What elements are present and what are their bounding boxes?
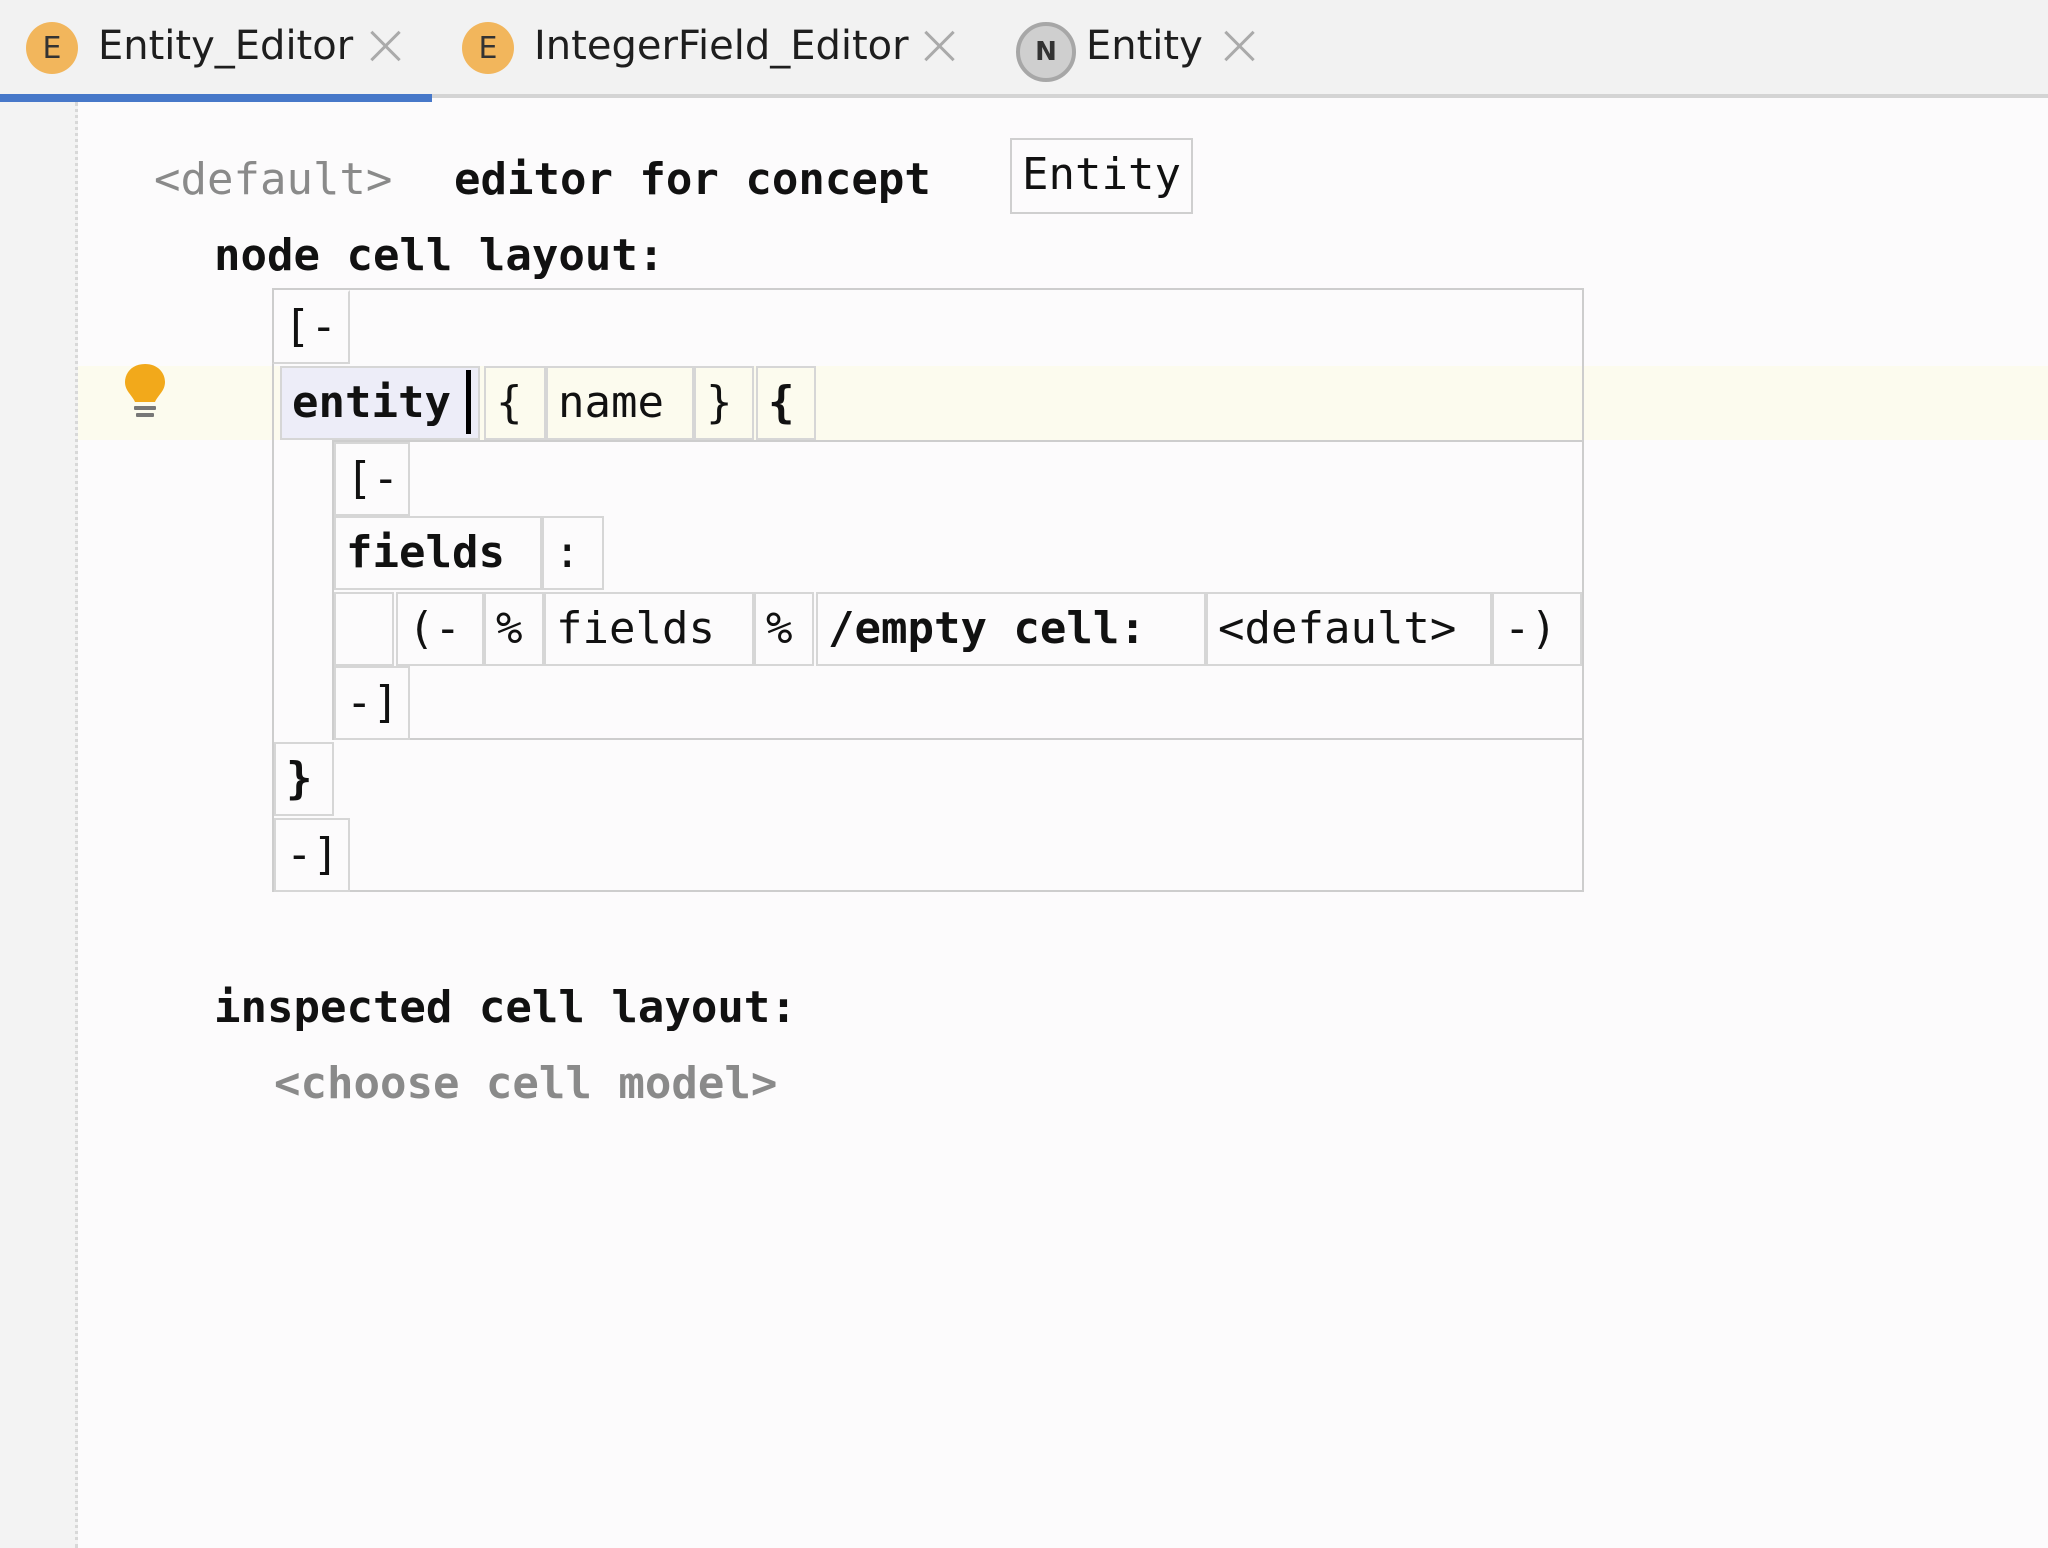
choose-cell-model-placeholder[interactable]: <choose cell model> bbox=[274, 1054, 777, 1114]
tab-label: IntegerField_Editor bbox=[534, 23, 909, 69]
default-tag: <default> bbox=[154, 154, 393, 205]
text-caret bbox=[466, 370, 471, 434]
tab-label: Entity bbox=[1086, 23, 1203, 69]
empty-cell-label[interactable]: /empty cell: bbox=[816, 592, 1206, 666]
node-cell-layout-label: node cell layout: bbox=[214, 230, 665, 281]
close-icon[interactable] bbox=[364, 24, 408, 68]
collection-close-cell[interactable]: -] bbox=[274, 818, 350, 892]
lightbulb-icon[interactable] bbox=[122, 362, 168, 424]
tab-label: Entity_Editor bbox=[98, 23, 354, 69]
colon-cell[interactable]: : bbox=[542, 516, 604, 590]
percent-cell[interactable]: % bbox=[484, 592, 544, 666]
close-icon[interactable] bbox=[1218, 24, 1262, 68]
collection-open-cell[interactable]: [- bbox=[334, 442, 410, 516]
tab-integerfield-editor[interactable]: E IntegerField_Editor bbox=[432, 0, 988, 98]
tab-entity-editor[interactable]: E Entity_Editor bbox=[0, 0, 432, 102]
close-icon[interactable] bbox=[918, 24, 962, 68]
editor-for-concept-label: editor for concept bbox=[454, 154, 931, 205]
close-brace-cell[interactable]: } bbox=[694, 366, 754, 440]
indent-cell bbox=[334, 592, 394, 666]
active-tab-indicator bbox=[0, 94, 432, 102]
close-brace-cell[interactable]: } bbox=[274, 742, 334, 816]
fields-reference-cell[interactable]: fields bbox=[544, 592, 754, 666]
collection-close-cell[interactable]: -) bbox=[1492, 592, 1582, 666]
collection-open-cell[interactable]: (- bbox=[396, 592, 484, 666]
node-icon: N bbox=[1016, 22, 1076, 82]
collection-open-cell[interactable]: [- bbox=[272, 290, 350, 364]
inspected-cell-layout-label: inspected cell layout: bbox=[214, 982, 797, 1033]
collection-close-cell[interactable]: -] bbox=[334, 666, 410, 740]
fields-label-cell[interactable]: fields bbox=[334, 516, 542, 590]
name-property-cell[interactable]: name bbox=[546, 366, 694, 440]
concept-icon: E bbox=[462, 22, 514, 74]
editor-gutter bbox=[0, 102, 78, 1548]
cell-layout-inner bbox=[332, 440, 1584, 740]
editor-tab-bar: E Entity_Editor E IntegerField_Editor N … bbox=[0, 0, 2048, 102]
tab-entity[interactable]: N Entity bbox=[1000, 0, 1280, 98]
percent-cell[interactable]: % bbox=[754, 592, 814, 666]
open-brace-cell[interactable]: { bbox=[484, 366, 546, 440]
concept-reference[interactable]: Entity bbox=[1010, 138, 1193, 214]
entity-keyword-cell[interactable]: entity bbox=[280, 366, 480, 440]
concept-icon: E bbox=[26, 22, 78, 74]
empty-cell-value[interactable]: <default> bbox=[1206, 592, 1492, 666]
open-brace-cell[interactable]: { bbox=[756, 366, 816, 440]
